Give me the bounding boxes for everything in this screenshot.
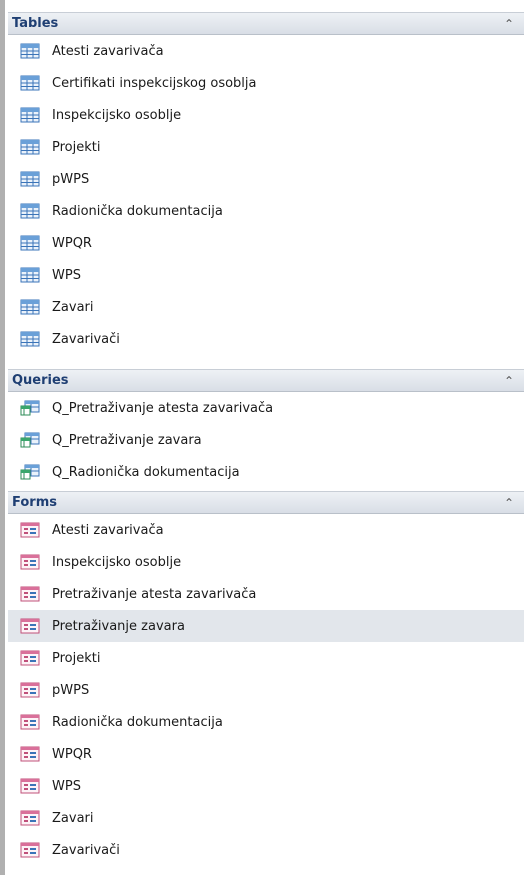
item-label: Projekti [52,139,101,155]
item-label: Pretraživanje atesta zavarivača [52,586,257,602]
left-border [0,0,5,875]
item-label: WPS [52,267,81,283]
table-icon [20,107,40,123]
group-queries: Queries ⌃ Q_Pretraživanje atesta zavariv… [8,369,524,488]
group-forms: Forms ⌃ Atesti zavarivača Inspekcijsko o… [8,491,524,866]
table-item[interactable]: pWPS [8,163,524,195]
group-header-queries[interactable]: Queries ⌃ [8,369,524,392]
table-icon [20,75,40,91]
item-label: Q_Radionička dokumentacija [52,464,240,480]
table-icon [20,267,40,283]
table-icon [20,299,40,315]
form-icon [20,778,40,794]
query-item[interactable]: Q_Pretraživanje zavara [8,424,524,456]
item-label: WPQR [52,235,92,251]
item-label: WPQR [52,746,92,762]
item-label: Atesti zavarivača [52,43,164,59]
group-tables: Tables ⌃ Atesti zavarivača Certifikati i… [8,12,524,355]
group-title: Forms [12,495,57,510]
item-label: Projekti [52,650,101,666]
form-icon [20,714,40,730]
table-icon [20,203,40,219]
form-item[interactable]: WPQR [8,738,524,770]
chevron-double-up-icon[interactable]: ⌃ [504,18,514,30]
table-icon [20,235,40,251]
table-icon [20,331,40,347]
form-icon [20,746,40,762]
item-label: pWPS [52,682,90,698]
form-icon [20,682,40,698]
table-item[interactable]: WPS [8,259,524,291]
item-label: Certifikati inspekcijskog osoblja [52,75,257,91]
table-item[interactable]: Atesti zavarivača [8,35,524,67]
table-item[interactable]: Zavari [8,291,524,323]
table-icon [20,171,40,187]
item-label: Zavari [52,299,94,315]
table-item[interactable]: Radionička dokumentacija [8,195,524,227]
item-label: Atesti zavarivača [52,522,164,538]
form-item[interactable]: Inspekcijsko osoblje [8,546,524,578]
group-title: Tables [12,16,59,31]
form-icon [20,586,40,602]
item-label: Inspekcijsko osoblje [52,107,182,123]
query-item[interactable]: Q_Pretraživanje atesta zavarivača [8,392,524,424]
form-item[interactable]: WPS [8,770,524,802]
form-item[interactable]: Pretraživanje atesta zavarivača [8,578,524,610]
item-label: Q_Pretraživanje zavara [52,432,202,448]
table-icon [20,43,40,59]
form-item[interactable]: Radionička dokumentacija [8,706,524,738]
chevron-double-up-icon[interactable]: ⌃ [504,375,514,387]
table-item[interactable]: Inspekcijsko osoblje [8,99,524,131]
table-item[interactable]: WPQR [8,227,524,259]
query-item[interactable]: Q_Radionička dokumentacija [8,456,524,488]
form-item[interactable]: pWPS [8,674,524,706]
form-icon [20,810,40,826]
form-icon [20,842,40,858]
item-label: Zavarivači [52,842,120,858]
navigation-pane: Tables ⌃ Atesti zavarivača Certifikati i… [0,0,525,875]
item-label: Pretraživanje zavara [52,618,185,634]
form-icon [20,618,40,634]
item-label: Zavarivači [52,331,120,347]
group-header-tables[interactable]: Tables ⌃ [8,12,524,35]
item-label: Inspekcijsko osoblje [52,554,182,570]
form-item[interactable]: Projekti [8,642,524,674]
table-icon [20,139,40,155]
form-item[interactable]: Atesti zavarivača [8,514,524,546]
item-label: Radionička dokumentacija [52,203,223,219]
form-icon [20,522,40,538]
chevron-double-up-icon[interactable]: ⌃ [504,497,514,509]
form-item-selected[interactable]: Pretraživanje zavara [8,610,524,642]
group-header-forms[interactable]: Forms ⌃ [8,491,524,514]
item-label: Zavari [52,810,94,826]
item-label: Radionička dokumentacija [52,714,223,730]
item-label: pWPS [52,171,90,187]
query-icon [20,400,40,416]
table-item[interactable]: Projekti [8,131,524,163]
query-icon [20,432,40,448]
item-label: Q_Pretraživanje atesta zavarivača [52,400,274,416]
form-icon [20,650,40,666]
item-label: WPS [52,778,81,794]
form-item[interactable]: Zavari [8,802,524,834]
table-item[interactable]: Certifikati inspekcijskog osoblja [8,67,524,99]
query-icon [20,464,40,480]
form-icon [20,554,40,570]
group-title: Queries [12,373,69,388]
table-item[interactable]: Zavarivači [8,323,524,355]
form-item[interactable]: Zavarivači [8,834,524,866]
